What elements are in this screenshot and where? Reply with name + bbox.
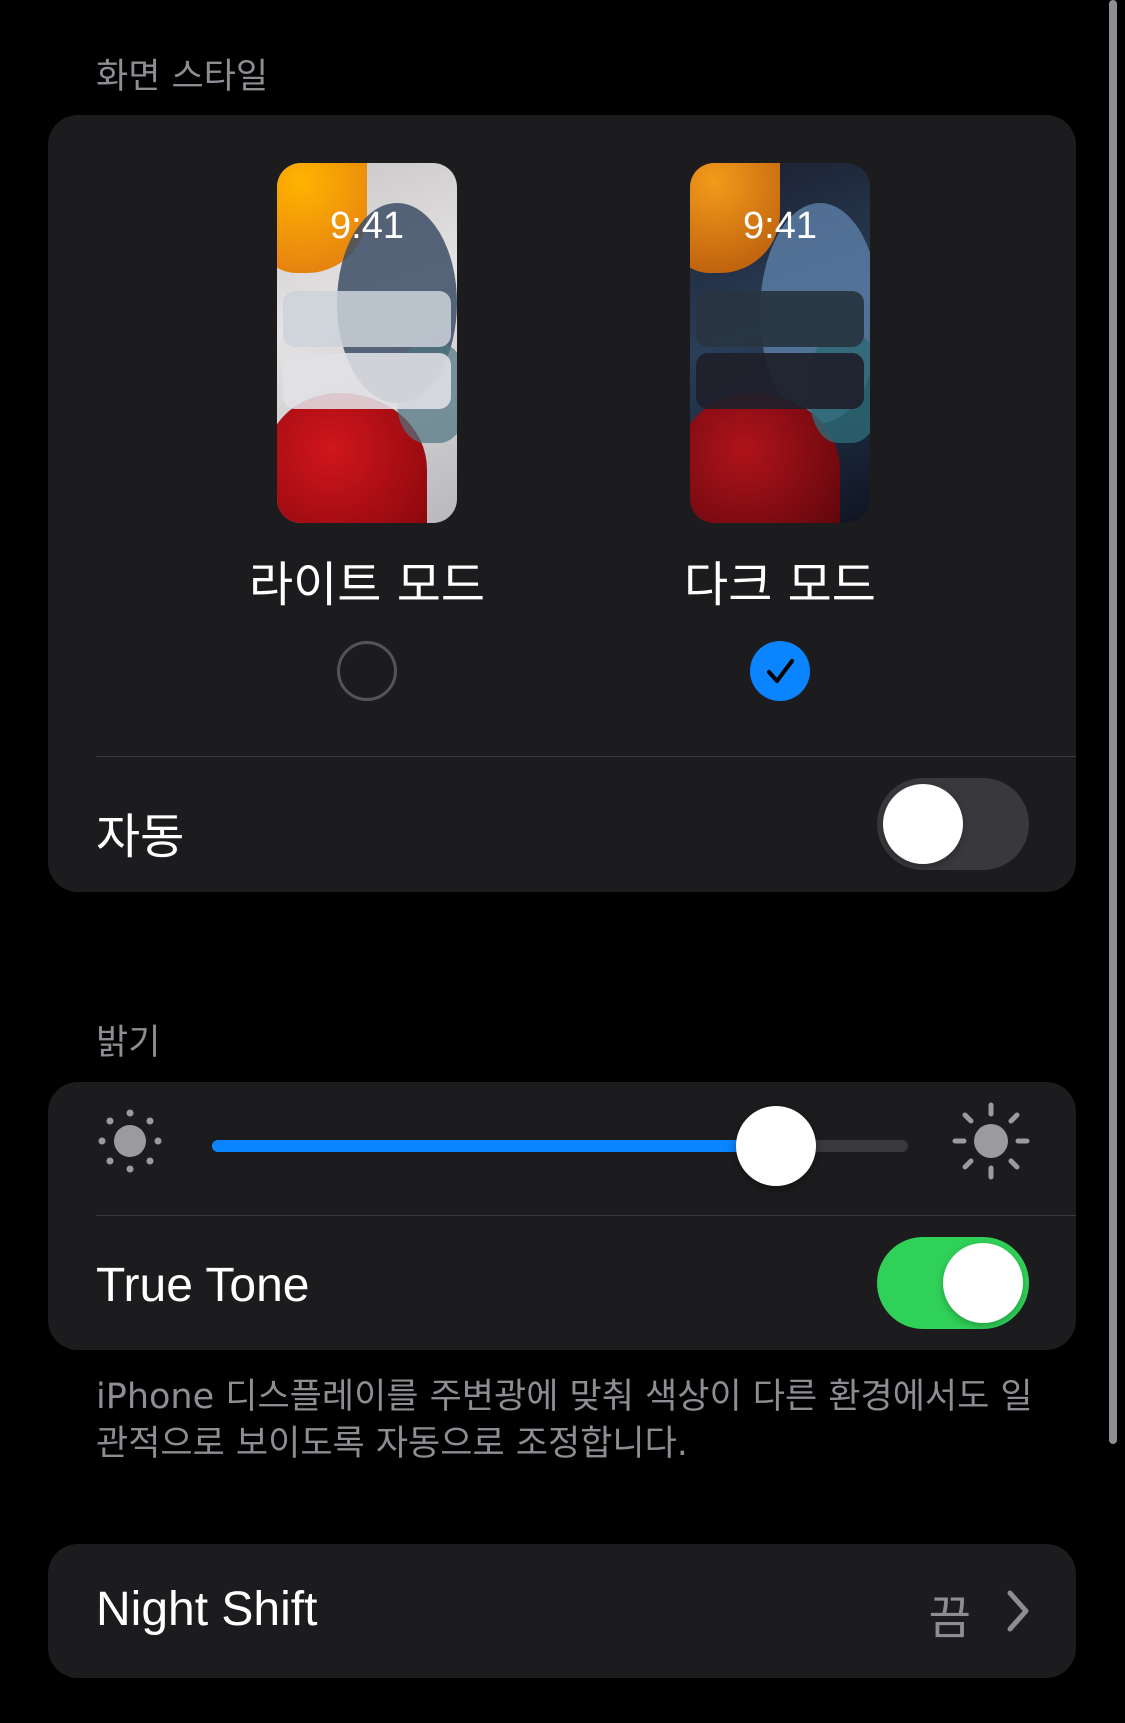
light-mode-radio[interactable] xyxy=(337,641,397,701)
true-tone-toggle[interactable] xyxy=(877,1237,1029,1329)
brightness-card: True Tone xyxy=(48,1082,1076,1350)
slider-thumb[interactable] xyxy=(735,1106,816,1186)
toggle-knob xyxy=(943,1243,1023,1323)
light-mode-label: 라이트 모드 xyxy=(248,557,486,613)
sun-small-icon xyxy=(98,1109,162,1173)
slider-fill xyxy=(212,1140,776,1152)
sun-large-icon xyxy=(952,1102,1030,1180)
checkmark-icon xyxy=(767,659,794,683)
true-tone-footnote: iPhone 디스플레이를 주변광에 맞춰 색상이 다른 환경에서도 일관적으로… xyxy=(96,1377,1033,1464)
dark-mode-label: 다크 모드 xyxy=(684,557,876,613)
appearance-card: 9:41 라이트 모드 9:41 다크 모드 자동 xyxy=(48,115,1076,892)
night-shift-row[interactable]: Night Shift 끔 xyxy=(48,1544,1076,1678)
light-preview-time: 9:41 xyxy=(330,205,404,247)
brightness-slider[interactable] xyxy=(212,1106,908,1186)
automatic-toggle[interactable] xyxy=(877,778,1029,870)
true-tone-label: True Tone xyxy=(96,1259,310,1312)
light-mode-preview[interactable]: 9:41 xyxy=(277,163,457,523)
automatic-label: 자동 xyxy=(96,811,185,864)
dark-preview-notification xyxy=(696,353,864,409)
divider xyxy=(96,1215,1076,1216)
scrollbar[interactable] xyxy=(1109,0,1117,1444)
dark-mode-radio-selected[interactable] xyxy=(750,641,810,701)
light-preview-notification xyxy=(283,353,451,409)
night-shift-value: 끔 xyxy=(928,1591,971,1645)
light-preview-notification xyxy=(283,291,451,347)
divider xyxy=(96,756,1076,757)
chevron-right-icon xyxy=(1007,1590,1029,1632)
brightness-section-header: 밝기 xyxy=(96,1023,161,1063)
dark-preview-time: 9:41 xyxy=(743,205,817,247)
night-shift-label: Night Shift xyxy=(96,1583,318,1636)
dark-preview-notification xyxy=(696,291,864,347)
toggle-knob xyxy=(883,784,963,864)
dark-mode-preview[interactable]: 9:41 xyxy=(690,163,870,523)
appearance-section-header: 화면 스타일 xyxy=(96,57,269,97)
